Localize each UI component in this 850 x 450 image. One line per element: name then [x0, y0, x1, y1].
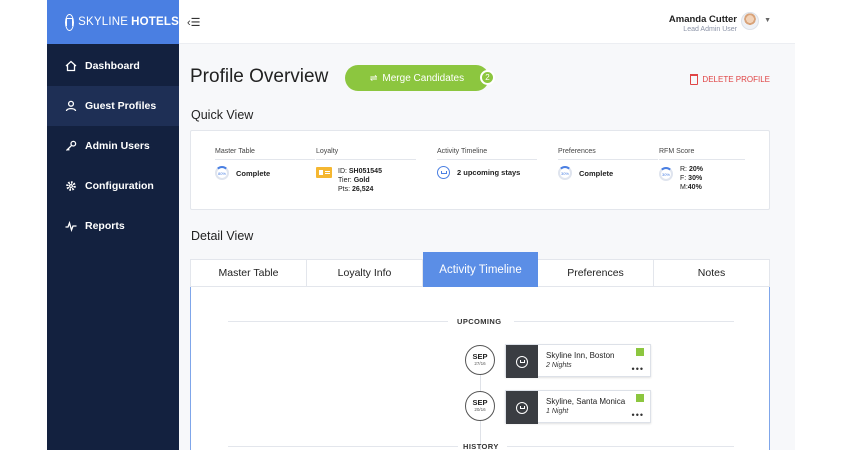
stay-hotel-name: Skyline Inn, Boston	[546, 351, 615, 360]
detail-tabs: Master Table Loyalty Info Activity Timel…	[190, 252, 770, 288]
brand-name-light: SKYLINE	[78, 16, 129, 28]
gear-icon	[65, 180, 77, 192]
page-title: Profile Overview	[190, 66, 329, 87]
loyalty-card-icon	[316, 167, 332, 178]
loyalty-tier: Tier: Gold	[338, 177, 370, 184]
stay-date-badge: SEP 27/16	[465, 345, 495, 375]
tab-notes[interactable]: Notes	[654, 260, 770, 286]
quick-value: Complete	[579, 168, 614, 178]
sidebar-item-label: Admin Users	[85, 140, 150, 152]
merge-candidates-button[interactable]: ⇌ Merge Candidates	[345, 65, 489, 91]
user-info[interactable]: Amanda Cutter Lead Admin User	[669, 14, 737, 33]
divider	[228, 321, 448, 322]
detail-view-title: Detail View	[191, 229, 254, 243]
bed-icon	[506, 345, 538, 378]
quick-value: 2 upcoming stays	[457, 168, 521, 177]
rfm-m: M:40%	[680, 184, 702, 191]
quick-master-table[interactable]: Master Table 80% Complete	[215, 148, 315, 180]
activity-timeline-panel: UPCOMING SEP 27/16 Skyline Inn, Boston 2…	[190, 287, 770, 450]
sidebar: SKYLINE HOTELS Dashboard Guest Profiles …	[47, 0, 179, 450]
bed-icon	[437, 166, 450, 179]
bed-icon	[506, 391, 538, 424]
quick-view-title: Quick View	[191, 108, 254, 122]
menu-collapse-icon[interactable]: ‹☰	[187, 16, 201, 29]
sidebar-item-guest-profiles[interactable]: Guest Profiles	[47, 86, 179, 126]
tab-activity-timeline[interactable]: Activity Timeline	[423, 252, 538, 288]
sidebar-item-label: Configuration	[85, 180, 154, 192]
user-name: Amanda Cutter	[668, 14, 737, 25]
sidebar-item-dashboard[interactable]: Dashboard	[47, 46, 179, 86]
stay-card[interactable]: Skyline, Santa Monica 1 Night •••	[505, 390, 651, 424]
tab-master-table[interactable]: Master Table	[190, 260, 307, 286]
merge-count-badge: 2	[480, 70, 495, 85]
more-options-icon[interactable]: •••	[632, 364, 644, 374]
pulse-icon	[65, 220, 77, 232]
history-label: HISTORY	[463, 442, 499, 450]
quick-preferences[interactable]: Preferences 30% Complete	[558, 148, 658, 180]
quick-loyalty[interactable]: Loyalty ID: SH051545 Tier: Gold Pts: 26,…	[316, 148, 416, 194]
more-options-icon[interactable]: •••	[632, 410, 644, 420]
delete-profile-button[interactable]: DELETE PROFILE	[690, 74, 770, 85]
sidebar-item-label: Dashboard	[85, 60, 140, 72]
brand-name-bold: HOTELS	[131, 16, 179, 28]
progress-ring-icon: 30%	[659, 167, 673, 181]
quick-label: Preferences	[558, 148, 658, 160]
sidebar-item-admin-users[interactable]: Admin Users	[47, 126, 179, 166]
divider	[514, 321, 734, 322]
progress-ring-icon: 80%	[215, 166, 229, 180]
progress-ring-icon: 30%	[558, 166, 572, 180]
avatar[interactable]	[741, 12, 759, 30]
sidebar-item-configuration[interactable]: Configuration	[47, 166, 179, 206]
quick-label: Master Table	[215, 148, 315, 160]
quick-activity-timeline[interactable]: Activity Timeline 2 upcoming stays	[437, 148, 537, 179]
rfm-f: F: 30%	[680, 175, 703, 182]
merge-button-label: Merge Candidates	[382, 72, 465, 84]
quick-value: Complete	[236, 168, 271, 178]
merge-icon: ⇌	[369, 72, 378, 83]
user-icon	[65, 100, 77, 112]
flag-icon[interactable]	[636, 348, 644, 356]
quick-label: Activity Timeline	[437, 148, 537, 160]
stay-hotel-name: Skyline, Santa Monica	[546, 397, 626, 406]
user-role: Lead Admin User	[683, 26, 737, 33]
tab-preferences[interactable]: Preferences	[538, 260, 654, 286]
divider	[228, 446, 458, 447]
stay-date-badge: SEP 20/16	[465, 391, 495, 421]
brand-logo[interactable]: SKYLINE HOTELS	[47, 0, 179, 44]
hotel-logo-icon	[65, 13, 75, 31]
quick-view-card: Master Table 80% Complete Loyalty ID: SH…	[190, 130, 770, 210]
sidebar-item-label: Guest Profiles	[85, 100, 157, 112]
app-window: SKYLINE HOTELS Dashboard Guest Profiles …	[47, 0, 795, 450]
loyalty-points: Pts: 26,524	[338, 186, 374, 193]
chevron-down-icon[interactable]: ▼	[764, 17, 771, 24]
trash-icon	[690, 74, 699, 85]
sidebar-item-label: Reports	[85, 220, 125, 232]
sidebar-item-reports[interactable]: Reports	[47, 206, 179, 246]
stay-nights: 1 Night	[546, 408, 569, 415]
stay-nights: 2 Nights	[546, 362, 572, 369]
quick-rfm-score[interactable]: RFM Score 30% R: 20% F: 30% M:40%	[659, 148, 745, 192]
home-icon	[65, 60, 77, 72]
flag-icon[interactable]	[636, 394, 644, 402]
key-icon	[65, 140, 77, 152]
rfm-r: R: 20%	[680, 166, 703, 173]
upcoming-label: UPCOMING	[457, 317, 502, 326]
divider	[507, 446, 734, 447]
top-bar: ‹☰ Amanda Cutter Lead Admin User ▼	[179, 0, 795, 44]
stay-card[interactable]: Skyline Inn, Boston 2 Nights •••	[505, 344, 651, 378]
tab-loyalty-info[interactable]: Loyalty Info	[307, 260, 423, 286]
loyalty-id: ID: SH051545	[338, 168, 382, 175]
delete-profile-label: DELETE PROFILE	[702, 75, 770, 84]
quick-label: Loyalty	[316, 148, 416, 160]
quick-label: RFM Score	[659, 148, 745, 160]
